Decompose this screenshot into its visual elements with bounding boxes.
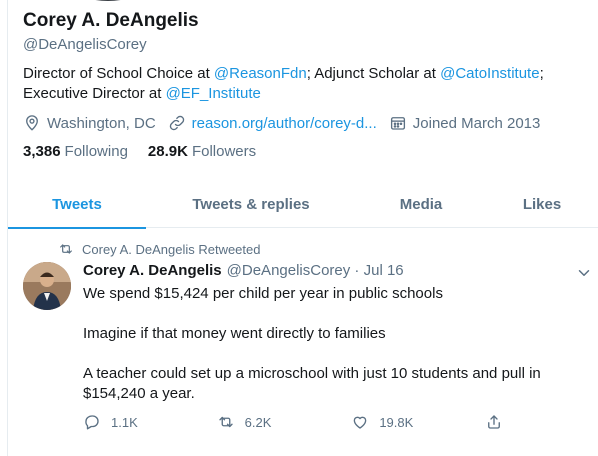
tweet-line: A teacher could set up a microschool wit… bbox=[83, 365, 541, 402]
tweet-actions: 1.1K 6.2K 19.8K bbox=[83, 412, 513, 432]
tab-media[interactable]: Media bbox=[356, 180, 486, 228]
joined-text: Joined March 2013 bbox=[412, 114, 541, 132]
tab-likes[interactable]: Likes bbox=[486, 180, 598, 228]
profile-bio: Director of School Choice at @ReasonFdn;… bbox=[23, 64, 583, 104]
tweet-author-name[interactable]: Corey A. DeAngelis bbox=[83, 262, 222, 279]
retweet-count: 6.2K bbox=[244, 414, 272, 430]
retweet-icon bbox=[60, 244, 72, 254]
calendar-icon bbox=[390, 117, 405, 130]
mention-link-ef-institute[interactable]: @EF_Institute bbox=[166, 85, 261, 102]
retweet-button[interactable]: 6.2K bbox=[217, 413, 352, 431]
reply-count: 1.1K bbox=[111, 414, 138, 430]
reply-button[interactable]: 1.1K bbox=[83, 413, 217, 431]
bio-text: Executive Director at bbox=[23, 85, 166, 102]
bio-text: ; bbox=[539, 65, 544, 82]
profile-meta: Washington, DC reason.org/author/corey-d… bbox=[23, 113, 552, 133]
like-button[interactable]: 19.8K bbox=[351, 413, 485, 431]
followers-count: 28.9K bbox=[147, 143, 188, 160]
tweet-author-handle[interactable]: @DeAngelisCorey · Jul 16 bbox=[227, 262, 404, 279]
profile-location: Washington, DC bbox=[23, 114, 156, 132]
following-stat[interactable]: 3,386 Following bbox=[23, 143, 128, 160]
followers-label: Followers bbox=[191, 143, 257, 160]
profile-handle: @DeAngelisCorey bbox=[23, 36, 147, 53]
profile-name: Corey A. DeAngelis bbox=[23, 10, 199, 31]
bio-text: Director of School Choice at bbox=[23, 65, 214, 82]
retweet-icon bbox=[218, 416, 233, 428]
tweet-line: Imagine if that money went directly to f… bbox=[83, 325, 386, 342]
mention-link-catoinstitute[interactable]: @CatoInstitute bbox=[440, 65, 539, 82]
like-count: 19.8K bbox=[379, 414, 414, 430]
profile-stats: 3,386 Following 28.9K Followers bbox=[23, 143, 276, 160]
mention-link-reasonfdn[interactable]: @ReasonFdn bbox=[214, 65, 307, 82]
location-icon bbox=[26, 115, 38, 131]
link-icon bbox=[169, 115, 184, 131]
tweet-text: We spend $15,424 per child per year in p… bbox=[83, 284, 583, 424]
following-label: Following bbox=[64, 143, 128, 160]
followers-stat[interactable]: 28.9K Followers bbox=[148, 143, 256, 160]
profile-joined: Joined March 2013 bbox=[389, 114, 541, 132]
tweet-author-avatar[interactable] bbox=[23, 262, 71, 310]
tweet-header: Corey A. DeAngelis @DeAngelisCorey · Jul… bbox=[83, 262, 404, 279]
location-text: Washington, DC bbox=[47, 114, 156, 132]
avatar-image bbox=[23, 262, 71, 310]
retweet-context[interactable]: Corey A. DeAngelis Retweeted bbox=[58, 241, 260, 257]
share-icon bbox=[488, 415, 500, 429]
tab-tweets-replies[interactable]: Tweets & replies bbox=[146, 180, 356, 228]
tweet-line: We spend $15,424 per child per year in p… bbox=[83, 285, 443, 302]
tab-tweets[interactable]: Tweets bbox=[8, 180, 146, 229]
following-count: 3,386 bbox=[23, 143, 61, 160]
retweet-context-label: Corey A. DeAngelis Retweeted bbox=[82, 241, 261, 257]
share-button[interactable] bbox=[485, 413, 513, 431]
like-icon bbox=[354, 416, 367, 429]
profile-website[interactable]: reason.org/author/corey-d... bbox=[168, 114, 377, 132]
profile-tabs: Tweets Tweets & replies Media Likes bbox=[8, 180, 598, 229]
website-link[interactable]: reason.org/author/corey-d... bbox=[192, 115, 377, 132]
reply-icon bbox=[85, 415, 99, 430]
bio-text: ; Adjunct Scholar at bbox=[306, 65, 441, 82]
chevron-down-icon[interactable] bbox=[575, 264, 593, 282]
